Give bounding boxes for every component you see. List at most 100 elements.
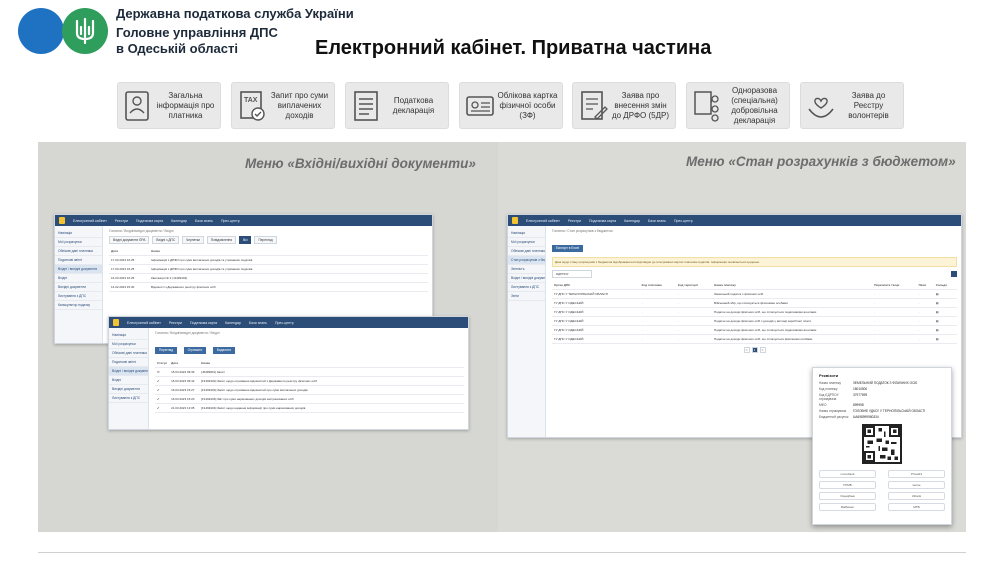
service-registration-card[interactable]: Облікова картка фізичної особи (ЗФ) [459, 82, 563, 129]
page-button[interactable]: 1 [751, 347, 758, 353]
details-icon[interactable]: ▤ [933, 316, 957, 326]
details-icon[interactable]: ▤ [933, 325, 957, 335]
bank-link[interactable]: Raiffeisen [819, 503, 876, 511]
tab[interactable]: Чернетки [182, 236, 204, 244]
sidebar-item[interactable]: Листування з ДПС [508, 283, 545, 292]
delete-button[interactable]: Видалити [212, 346, 236, 354]
sidebar-item-documents[interactable]: Вхідні / вихідні документи [109, 367, 148, 376]
tab[interactable]: Повідомлення [206, 236, 237, 244]
nav-item[interactable]: Податкова карта [589, 219, 616, 223]
nav-item[interactable]: Календар [225, 321, 241, 325]
receive-button[interactable]: Отримати [183, 346, 207, 354]
nav-item[interactable]: Бази знань [249, 321, 267, 325]
view-button[interactable]: Перегляд [254, 236, 277, 244]
sidebar-item[interactable]: Навігація [55, 229, 102, 238]
next-page-button[interactable]: > [759, 347, 766, 353]
apply-filter-button[interactable] [951, 271, 957, 277]
nav-item[interactable]: Реєстри [568, 219, 581, 223]
row-payment: Податок на доходи фізичних осіб з доході… [712, 316, 873, 326]
nav-item[interactable]: Реєстри [115, 219, 128, 223]
sidebar-item[interactable]: Вхідні [109, 376, 148, 385]
nav-item[interactable]: Прес-центр [275, 321, 294, 325]
details-icon[interactable]: ▤ [933, 334, 957, 344]
sidebar-item[interactable]: Податкові звітні [109, 358, 148, 367]
table-row[interactable]: ✔ 16.03.2023 15:20 [F1499106] Звіт про сум… [155, 394, 464, 404]
service-income-request[interactable]: TAX Запит про суми виплачених доходів [231, 82, 335, 129]
nav-item[interactable]: Реєстри [169, 321, 182, 325]
table-row[interactable]: ✉ 15.03.2023 09:36 [J0499801] Запит [155, 367, 464, 377]
sidebar-item[interactable]: Облікові дані платника [508, 247, 545, 256]
sidebar-item[interactable]: Листування з ДПС [55, 292, 102, 301]
nav-item[interactable]: Календар [171, 219, 187, 223]
nav-item[interactable]: Бази знань [648, 219, 666, 223]
nav-item[interactable]: Електронний кабінет [526, 219, 560, 223]
table-row[interactable]: 16.03.2023 16:25 Квитанція № 2 (J1499102) [109, 273, 428, 283]
sidebar-item[interactable]: Калькулятор податку [55, 301, 102, 310]
bank-link[interactable]: ПУМБ [819, 481, 876, 489]
nav-item[interactable]: Прес-центр [221, 219, 240, 223]
sidebar-item-budget[interactable]: Стан розрахунків з бюджетом [508, 256, 545, 265]
sidebar-item[interactable]: Вхідні [55, 274, 102, 283]
sidebar-item-documents[interactable]: Вхідні / вихідні документи [55, 265, 102, 274]
bank-link[interactable]: sense [888, 481, 945, 489]
sidebar-item[interactable]: Мої розрахунки [508, 238, 545, 247]
table-row[interactable]: ГУ ДПС У ОДЕСЬКІЙ · · Військовий збір, що с… [552, 298, 957, 308]
prev-page-button[interactable]: < [743, 347, 750, 353]
sidebar-item[interactable]: Мої розрахунки [55, 238, 102, 247]
row-title: Інформація з ДРФО про суми виплачених до… [149, 264, 428, 274]
trident-icon [75, 17, 95, 45]
bank-link[interactable]: Privat24 [888, 470, 945, 478]
table-row[interactable]: ✔ 15.03.2023 09:42 [F1499102] Запит щодо о… [155, 376, 464, 386]
view-button[interactable]: Перегляд [155, 346, 178, 354]
sidebar-item[interactable]: Вихідні документи [55, 283, 102, 292]
table-row[interactable]: ГУ ДПС У ОДЕСЬКІЙ · · Податок на доходи фіз… [552, 334, 957, 344]
table-row[interactable]: 14.02.2023 15:30 Відомості з Державного р… [109, 282, 428, 292]
nav-item[interactable]: Бази знань [195, 219, 213, 223]
sidebar-item[interactable]: Звітність [508, 265, 545, 274]
sidebar-item[interactable]: Звіти [508, 292, 545, 301]
service-voluntary-declaration[interactable]: Одноразова (спеціальна) добровільна декл… [686, 82, 790, 129]
sidebar-item[interactable]: Листування з ДПС [109, 394, 148, 403]
details-icon[interactable]: ▤ [933, 298, 957, 308]
sidebar-item[interactable]: Податкові звітні [55, 256, 102, 265]
row-title: [F1499102] Запит щодо отримання відомост… [199, 376, 464, 386]
nav-item[interactable]: Календар [624, 219, 640, 223]
nav-item[interactable]: Податкова карта [190, 321, 217, 325]
table-row[interactable]: ГУ ДПС У ОДЕСЬКІЙ · · Податок на доходи фіз… [552, 325, 957, 335]
table-row[interactable]: ✔ 21.03.2023 13:05 [F1499104] Запит щодо н… [155, 403, 464, 413]
bank-link[interactable]: Ощадбанк [819, 492, 876, 500]
details-icon[interactable]: ▤ [933, 289, 957, 299]
tab[interactable]: Вхідні документи ЄРА [109, 236, 150, 244]
bank-link[interactable]: MTB [888, 503, 945, 511]
sidebar-item[interactable]: Облікові дані платника [55, 247, 102, 256]
tab[interactable]: Вхідні з ДПС [152, 236, 180, 244]
row-title: Інформація з ДРФО про суми виплачених до… [149, 255, 428, 265]
tab-all[interactable]: Всі [239, 236, 252, 244]
nav-item[interactable]: Електронний кабінет [73, 219, 107, 223]
sidebar-item[interactable]: Мої розрахунки [109, 340, 148, 349]
nav-item[interactable]: Електронний кабінет [127, 321, 161, 325]
export-excel-button[interactable]: Експорт в Excel [552, 244, 584, 252]
bank-link[interactable]: izibank [888, 492, 945, 500]
service-general-info[interactable]: Загальна інформація про платника [117, 82, 221, 129]
bank-link[interactable]: monobank [819, 470, 876, 478]
service-drfo-changes[interactable]: Заява про внесення змін до ДРФО (5ДР) [572, 82, 676, 129]
table-row[interactable]: 17.03.2023 16:25 Інформація з ДРФО про су… [109, 264, 428, 274]
sidebar-item[interactable]: Навігація [508, 229, 545, 238]
nav-item[interactable]: Податкова карта [136, 219, 163, 223]
sidebar-item[interactable]: Навігація [109, 331, 148, 340]
table-row[interactable]: 17.03.2023 16:25 Інформація з ДРФО про су… [109, 255, 428, 265]
table-row[interactable]: ГУ ДПС У ОДЕСЬКІЙ · · Податок на доходи фіз… [552, 307, 957, 317]
details-icon[interactable]: ▤ [933, 307, 957, 317]
sidebar-item[interactable]: Вихідні документи [109, 385, 148, 394]
top-navbar: Електронний кабінет Реєстри Податкова ка… [109, 317, 468, 328]
table-row[interactable]: ✔ 16.03.2023 15:27 [F1499103] Запит щодо о… [155, 385, 464, 395]
table-row[interactable]: ГУ ДПС У ТЕРНОПІЛЬСЬКІЙ ОБЛАСТІ · · Земельн… [552, 289, 957, 299]
service-volunteer-register[interactable]: Заява до Реєстру волонтерів [800, 82, 904, 129]
service-tax-declaration[interactable]: Податкова декларація [345, 82, 449, 129]
nav-item[interactable]: Прес-центр [674, 219, 693, 223]
code-type-select[interactable]: ЄДРПОУ [552, 270, 592, 278]
table-row[interactable]: ГУ ДПС У ОДЕСЬКІЙ · · Податок на доходи фіз… [552, 316, 957, 326]
sidebar-item[interactable]: Облікові дані платника [109, 349, 148, 358]
sidebar-item[interactable]: Вхідні / вихідні документи [508, 274, 545, 283]
